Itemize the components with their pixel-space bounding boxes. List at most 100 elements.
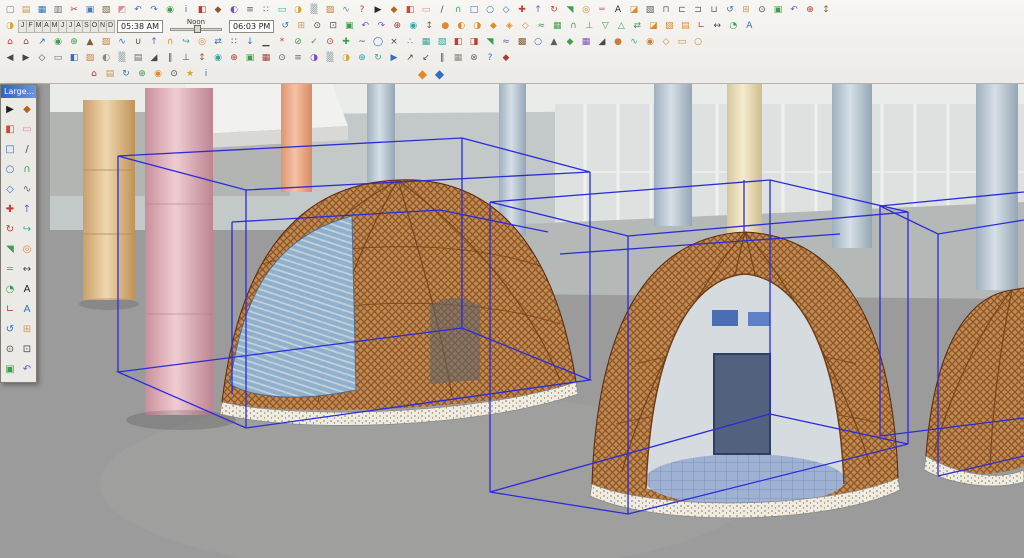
shadow-time-end-field[interactable]: 06:03 PM: [228, 19, 275, 33]
paint-bucket-icon[interactable]: ◧: [403, 3, 418, 17]
walk-icon[interactable]: ↕: [819, 3, 834, 17]
thru-paint-icon[interactable]: ◨: [467, 35, 482, 49]
model-info-icon[interactable]: ◉: [163, 3, 178, 17]
protractor-tool-icon[interactable]: ◔: [726, 19, 741, 33]
dimension-tool-icon[interactable]: ↔: [19, 260, 36, 279]
text-tool-icon[interactable]: A: [19, 280, 36, 299]
zoom-extents-icon[interactable]: ▣: [771, 3, 786, 17]
3d-text-tool-icon[interactable]: A: [19, 300, 36, 319]
select-brush-icon[interactable]: ○: [691, 35, 706, 49]
wireframe-style-icon[interactable]: ◇: [35, 51, 50, 65]
shaded-style-icon[interactable]: ◧: [67, 51, 82, 65]
select-curve-icon[interactable]: ~: [355, 35, 370, 49]
redo-icon[interactable]: ↷: [147, 3, 162, 17]
edge-tools-icon[interactable]: ×: [387, 35, 402, 49]
pan-tool-icon[interactable]: ⊞: [19, 320, 36, 339]
bezier-curve-icon[interactable]: ∿: [115, 35, 130, 49]
help-icon[interactable]: ?: [483, 51, 498, 65]
pause-animation-icon[interactable]: ∥: [435, 51, 450, 65]
tape-measure-icon[interactable]: ═: [595, 3, 610, 17]
look-around-icon[interactable]: ◉: [406, 19, 421, 33]
follow-me-keep-icon[interactable]: ↪: [179, 35, 194, 49]
match-photo-icon[interactable]: ▨: [323, 3, 338, 17]
back-view-icon[interactable]: ⊔: [707, 3, 722, 17]
smart-offset-icon[interactable]: ◎: [195, 35, 210, 49]
paste-icon[interactable]: ▧: [99, 3, 114, 17]
camera-position-icon[interactable]: ⊕: [803, 3, 818, 17]
fredo-scale-icon[interactable]: ◥: [483, 35, 498, 49]
skin-contours-icon[interactable]: ▩: [515, 35, 530, 49]
share-model-icon[interactable]: ↗: [35, 35, 50, 49]
monochrome-style-icon[interactable]: ◐: [99, 51, 114, 65]
intersect-icon[interactable]: ◈: [502, 19, 517, 33]
arc-tool-icon[interactable]: ∩: [19, 160, 36, 179]
line-tool-icon[interactable]: /: [435, 3, 450, 17]
my-plugins-icon[interactable]: ⊕: [135, 67, 150, 81]
subtract-icon[interactable]: ◑: [470, 19, 485, 33]
fix-solid-icon[interactable]: ✚: [339, 35, 354, 49]
zoom-icon[interactable]: ⊙: [755, 3, 770, 17]
eraser-tool-icon[interactable]: ▭: [19, 120, 36, 139]
zoom-extents-icon[interactable]: ▣: [342, 19, 357, 33]
smooth-brush-icon[interactable]: ∿: [627, 35, 642, 49]
rectangle-tool-icon[interactable]: □: [467, 3, 482, 17]
select-tool-icon[interactable]: ▶: [2, 100, 19, 119]
right-view-icon[interactable]: ⊐: [691, 3, 706, 17]
drop-objects-icon[interactable]: ↓: [243, 35, 258, 49]
shadow-time-start-field[interactable]: 05:38 AM: [117, 19, 163, 33]
check-updates-icon[interactable]: ↻: [119, 67, 134, 81]
push-pull-icon[interactable]: ↑: [531, 3, 546, 17]
preferences-icon[interactable]: ⊗: [467, 51, 482, 65]
tape-measure-tool-icon[interactable]: ═: [2, 260, 19, 279]
section-cuts-icon[interactable]: ▤: [678, 19, 693, 33]
play-animation-icon[interactable]: ▶: [387, 51, 402, 65]
pan-icon[interactable]: ⊞: [294, 19, 309, 33]
line-tool-icon[interactable]: /: [19, 140, 36, 159]
cleanup-icon[interactable]: ✓: [307, 35, 322, 49]
make-component-tool-icon[interactable]: ◆: [19, 100, 36, 119]
eraser-tool-icon[interactable]: ▭: [419, 3, 434, 17]
section-fill-icon[interactable]: ▨: [662, 19, 677, 33]
geolocation-icon[interactable]: ◉: [51, 35, 66, 49]
orbit-icon[interactable]: ↺: [723, 3, 738, 17]
3d-warehouse-icon[interactable]: ⌂: [3, 35, 18, 49]
flatten-icon[interactable]: ▁: [259, 35, 274, 49]
uv-toolkit-icon[interactable]: ▧: [435, 35, 450, 49]
freehand-tool-icon[interactable]: ∿: [19, 180, 36, 199]
forward-icon[interactable]: ▶: [19, 51, 34, 65]
array-copy-icon[interactable]: ∷: [227, 35, 242, 49]
group-cube-icon[interactable]: ◆: [431, 67, 448, 82]
move-tool-icon[interactable]: ✚: [2, 200, 19, 219]
union-icon[interactable]: ◐: [454, 19, 469, 33]
rotate-tool-icon[interactable]: ↻: [2, 220, 19, 239]
explode-icon[interactable]: *: [275, 35, 290, 49]
materials-icon[interactable]: ◧: [195, 3, 210, 17]
rectangle-tool-icon[interactable]: □: [2, 140, 19, 159]
import-icon[interactable]: ↙: [419, 51, 434, 65]
styles-icon[interactable]: ◐: [227, 3, 242, 17]
solid-inspector-icon[interactable]: ⊙: [323, 35, 338, 49]
shadow-month-button[interactable]: D: [106, 19, 115, 33]
arc-tool-icon[interactable]: ∩: [451, 3, 466, 17]
shadow-time-slider[interactable]: Noon: [168, 19, 224, 33]
previous-view-icon[interactable]: ↶: [358, 19, 373, 33]
update-scene-icon[interactable]: ↻: [371, 51, 386, 65]
viewport[interactable]: Large... ▶ ◆ ◧ ▭ □ / ○ ∩ ◇ ∿ ✚ ↑ ↻ ↪ ◥ ◎ ═ ↔ ◔ A ∟ A ↺ ⊞ ⊙ ⊡ ▣ ↶: [0, 84, 1024, 558]
cut-icon[interactable]: ✂: [67, 3, 82, 17]
push-pull-tool-icon[interactable]: ↑: [19, 200, 36, 219]
axes-tool-icon[interactable]: ∟: [694, 19, 709, 33]
polygon-tool-icon[interactable]: ◇: [499, 3, 514, 17]
make-component-icon[interactable]: ◆: [387, 3, 402, 17]
pan-icon[interactable]: ⊞: [739, 3, 754, 17]
outer-shell-icon[interactable]: ●: [438, 19, 453, 33]
previous-view-tool-icon[interactable]: ↶: [19, 360, 36, 379]
rotate-tool-icon[interactable]: ↻: [547, 3, 562, 17]
component-cube-icon[interactable]: ◆: [414, 67, 431, 82]
previous-view-icon[interactable]: ↶: [787, 3, 802, 17]
shadow-toggle-icon[interactable]: ◑: [3, 19, 18, 33]
move-tool-icon[interactable]: ✚: [515, 3, 530, 17]
zoom-extents-tool-icon[interactable]: ▣: [2, 360, 19, 379]
weld-edges-icon[interactable]: ∪: [131, 35, 146, 49]
offset-tool-icon[interactable]: ◎: [19, 240, 36, 259]
section-plane-icon[interactable]: ◪: [627, 3, 642, 17]
